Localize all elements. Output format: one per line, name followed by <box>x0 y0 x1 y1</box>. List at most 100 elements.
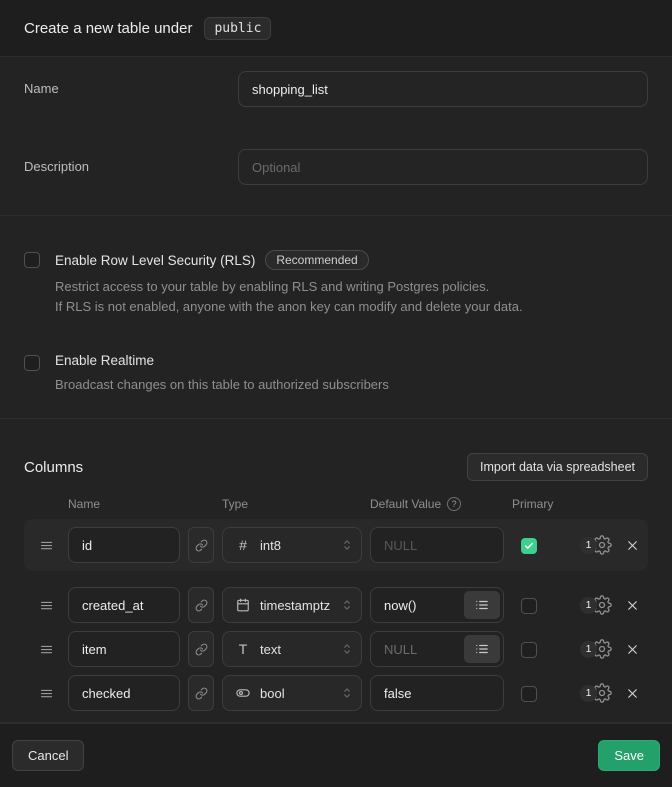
primary-key-row-group: # int8 1 <box>24 519 648 571</box>
foreign-key-link-button[interactable] <box>188 587 214 623</box>
text-icon: T <box>235 641 251 657</box>
foreign-key-link-button[interactable] <box>188 675 214 711</box>
primary-cell <box>521 640 537 658</box>
description-field-row: Description <box>24 149 648 185</box>
list-icon <box>475 642 489 656</box>
primary-checkbox[interactable] <box>521 686 537 702</box>
column-row: T text 1 <box>24 631 648 667</box>
primary-cell <box>521 536 537 554</box>
calendar-icon <box>235 598 251 612</box>
table-details-section: Name Description <box>0 57 672 216</box>
columns-title: Columns <box>24 459 83 476</box>
column-row: bool 1 <box>24 675 648 711</box>
default-value-input[interactable] <box>370 527 504 563</box>
toggle-icon <box>235 686 251 700</box>
default-value-menu-button[interactable] <box>464 635 500 663</box>
table-name-input[interactable] <box>238 71 648 107</box>
settings-count-badge: 1 <box>580 597 597 614</box>
drag-handle-icon[interactable] <box>24 598 68 613</box>
primary-checkbox[interactable] <box>521 598 537 614</box>
remove-column-button[interactable] <box>624 685 640 701</box>
foreign-key-link-button[interactable] <box>188 631 214 667</box>
remove-column-button[interactable] <box>624 597 640 613</box>
column-type-label: timestamptz <box>260 598 331 613</box>
default-value-cell <box>370 631 504 667</box>
column-type-select[interactable]: timestamptz <box>222 587 362 623</box>
close-icon <box>625 598 640 613</box>
dialog-title: Create a new table under <box>24 20 192 37</box>
header-name: Name <box>68 497 222 511</box>
foreign-key-link-button[interactable] <box>188 527 214 563</box>
column-type-select[interactable]: # int8 <box>222 527 362 563</box>
columns-header-row: Name Type Default Value ? Primary <box>24 497 648 511</box>
primary-checkbox[interactable] <box>521 642 537 658</box>
column-name-input[interactable] <box>68 675 180 711</box>
chevron-up-down-icon <box>340 686 354 700</box>
cancel-button[interactable]: Cancel <box>12 740 84 771</box>
settings-count-badge: 1 <box>580 641 597 658</box>
drag-handle-icon[interactable] <box>24 538 68 553</box>
recommended-badge: Recommended <box>265 250 368 270</box>
table-description-input[interactable] <box>238 149 648 185</box>
column-rows-group: timestamptz 1 <box>24 587 648 711</box>
hash-icon: # <box>235 537 251 553</box>
realtime-option-content: Enable Realtime Broadcast changes on thi… <box>55 353 389 395</box>
drag-handle-icon[interactable] <box>24 686 68 701</box>
settings-count-badge: 1 <box>580 537 597 554</box>
realtime-description: Broadcast changes on this table to autho… <box>55 375 389 395</box>
column-row: timestamptz 1 <box>24 587 648 623</box>
default-value-cell <box>370 587 504 623</box>
name-label: Name <box>24 71 238 107</box>
close-icon <box>625 538 640 553</box>
rls-description: Restrict access to your table by enablin… <box>55 277 523 317</box>
header-primary: Primary <box>512 497 648 511</box>
realtime-option: Enable Realtime Broadcast changes on thi… <box>24 353 648 395</box>
columns-section: Columns Import data via spreadsheet Name… <box>0 419 672 723</box>
rls-checkbox[interactable] <box>24 252 40 268</box>
column-name-input[interactable] <box>68 527 180 563</box>
default-value-input[interactable] <box>370 675 504 711</box>
close-icon <box>625 642 640 657</box>
save-button[interactable]: Save <box>598 740 660 771</box>
primary-checkbox[interactable] <box>521 538 537 554</box>
drag-handle-icon[interactable] <box>24 642 68 657</box>
chevron-up-down-icon <box>340 598 354 612</box>
column-type-select[interactable]: bool <box>222 675 362 711</box>
chevron-up-down-icon <box>340 538 354 552</box>
rls-label: Enable Row Level Security (RLS) <box>55 253 255 268</box>
column-settings-button[interactable]: 1 <box>580 535 612 555</box>
header-type: Type <box>222 497 370 511</box>
realtime-checkbox[interactable] <box>24 355 40 371</box>
default-value-menu-button[interactable] <box>464 591 500 619</box>
name-field-row: Name <box>24 71 648 107</box>
remove-column-button[interactable] <box>624 641 640 657</box>
column-row: # int8 1 <box>24 527 648 563</box>
close-icon <box>625 686 640 701</box>
column-settings-button[interactable]: 1 <box>580 683 612 703</box>
settings-count-badge: 1 <box>580 685 597 702</box>
column-settings-button[interactable]: 1 <box>580 595 612 615</box>
column-type-select[interactable]: T text <box>222 631 362 667</box>
rls-option-content: Enable Row Level Security (RLS) Recommen… <box>55 250 523 317</box>
remove-column-button[interactable] <box>624 537 640 553</box>
table-options-section: Enable Row Level Security (RLS) Recommen… <box>0 216 672 419</box>
chevron-up-down-icon <box>340 642 354 656</box>
import-spreadsheet-button[interactable]: Import data via spreadsheet <box>467 453 648 481</box>
header-default-value: Default Value ? <box>370 497 512 511</box>
schema-badge: public <box>204 17 271 40</box>
primary-cell <box>521 684 537 702</box>
rls-option: Enable Row Level Security (RLS) Recommen… <box>24 250 648 317</box>
create-table-dialog: Create a new table under public Name Des… <box>0 0 672 787</box>
list-icon <box>475 598 489 612</box>
help-icon[interactable]: ? <box>447 497 461 511</box>
description-label: Description <box>24 149 238 185</box>
default-value-cell <box>370 527 504 563</box>
primary-cell <box>521 596 537 614</box>
realtime-label: Enable Realtime <box>55 353 154 368</box>
column-type-label: bool <box>260 686 331 701</box>
column-settings-button[interactable]: 1 <box>580 639 612 659</box>
column-name-input[interactable] <box>68 631 180 667</box>
default-value-cell <box>370 675 504 711</box>
dialog-footer: Cancel Save <box>0 723 672 787</box>
column-name-input[interactable] <box>68 587 180 623</box>
